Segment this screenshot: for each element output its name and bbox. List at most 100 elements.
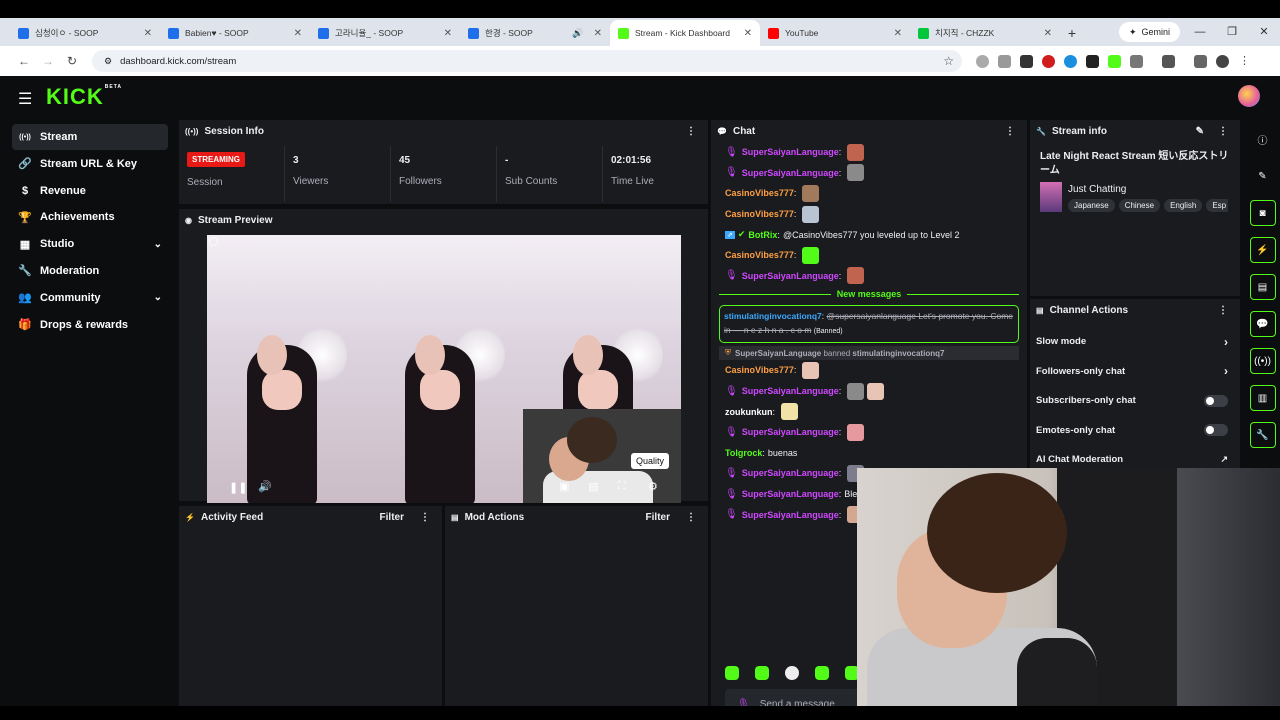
filter-button[interactable]: Filter [380, 512, 404, 523]
gemini-button[interactable]: ✦ Gemini [1118, 22, 1180, 42]
chat-username[interactable]: BotRix [748, 230, 777, 240]
close-window-icon[interactable]: ✕ [1248, 18, 1280, 46]
edit-icon[interactable]: ✎ [1250, 163, 1276, 189]
activity-toggle-icon[interactable]: ⚡ [1249, 237, 1276, 263]
menu-icon[interactable] [1194, 54, 1207, 68]
volume-icon[interactable]: 🔊 [258, 480, 272, 493]
toggle-switch[interactable] [1204, 424, 1228, 437]
theater-mode-icon[interactable]: ▤ [588, 480, 598, 493]
reload-icon[interactable]: ↻ [60, 54, 84, 68]
chat-username[interactable]: SuperSaiyanLanguage [742, 168, 839, 178]
chat-username[interactable]: CasinoVibes777 [725, 209, 794, 219]
sidebar-item-community[interactable]: 👥 Community ⌄ [12, 285, 168, 311]
chat-username[interactable]: SuperSaiyanLanguage [742, 427, 839, 437]
kebab-menu-icon[interactable]: ⋮ [1218, 305, 1228, 316]
back-icon[interactable]: ← [12, 54, 36, 68]
preview-toggle-icon[interactable]: ◙ [1249, 200, 1276, 226]
chat-toggle-icon[interactable]: 💬 [1249, 311, 1276, 337]
browser-tab[interactable]: 심청이ㅇ - SOOP ✕ [10, 20, 160, 46]
browser-tab[interactable]: 고라니율_ - SOOP ✕ [310, 20, 460, 46]
more-menu-icon[interactable]: ⋮ [1238, 55, 1251, 68]
info-icon[interactable]: ⓘ [1250, 126, 1276, 152]
tab-close-icon[interactable]: ✕ [444, 28, 452, 39]
tab-close-icon[interactable]: ✕ [894, 28, 902, 39]
channel-action-subscribers-only-chat[interactable]: Subscribers-only chat [1030, 386, 1240, 416]
kick-logo[interactable]: KICKBETA [46, 84, 122, 110]
sidepanel-icon[interactable] [1162, 54, 1175, 68]
chat-username[interactable]: CasinoVibes777 [725, 188, 794, 198]
chat-username[interactable]: SuperSaiyanLanguage [742, 147, 839, 157]
kebab-menu-icon[interactable]: ⋮ [686, 126, 696, 137]
sidebar-item-drops-rewards[interactable]: 🎁 Drops & rewards [12, 312, 168, 338]
kebab-menu-icon[interactable]: ⋮ [686, 512, 696, 523]
emote-button[interactable] [755, 666, 769, 680]
chevron-right-icon[interactable]: › [1224, 364, 1228, 378]
minimize-icon[interactable]: — [1184, 18, 1216, 46]
mod-target[interactable]: stimulatinginvocationq7 [852, 349, 944, 358]
extension-icon[interactable] [1064, 54, 1077, 68]
sidebar-item-stream[interactable]: ((•)) Stream [12, 124, 168, 150]
filter-button[interactable]: Filter [646, 512, 670, 523]
browser-tab[interactable]: Stream - Kick Dashboard ✕ [610, 20, 760, 46]
forward-icon[interactable]: → [36, 54, 60, 68]
mod-name[interactable]: SuperSaiyanLanguage [735, 349, 821, 358]
extension-icon[interactable] [998, 54, 1011, 68]
chat-username[interactable]: Tolgrock [725, 448, 762, 458]
browser-tab[interactable]: Babien♥ - SOOP ✕ [160, 20, 310, 46]
puzzle-icon[interactable] [1130, 54, 1143, 68]
mod-actions-toggle-icon[interactable]: ▤ [1249, 274, 1276, 300]
emote-button[interactable] [815, 666, 829, 680]
stream-tag[interactable]: English [1164, 199, 1203, 212]
browser-tab[interactable]: 한경 - SOOP 🔊 ✕ [460, 20, 610, 46]
stream-tag[interactable]: Chinese [1118, 199, 1161, 212]
hamburger-menu-icon[interactable]: ☰ [18, 89, 32, 109]
pip-icon[interactable]: ▣ [559, 480, 569, 493]
extension-icon[interactable] [1042, 54, 1055, 68]
user-avatar[interactable] [1238, 85, 1260, 107]
emote-button[interactable] [785, 666, 799, 680]
sidebar-item-achievements[interactable]: 🏆 Achievements [12, 204, 168, 230]
sidebar-item-studio[interactable]: ▦ Studio ⌄ [12, 231, 168, 257]
tab-close-icon[interactable]: ✕ [594, 28, 602, 39]
bookmark-star-icon[interactable]: ☆ [943, 54, 954, 68]
chevron-right-icon[interactable]: › [1224, 335, 1228, 349]
chevron-down-icon[interactable]: ⌄ [154, 239, 162, 250]
sidebar-item-revenue[interactable]: $ Revenue [12, 178, 168, 204]
chat-username[interactable]: CasinoVibes777 [725, 365, 794, 375]
new-tab-icon[interactable]: + [1060, 20, 1084, 46]
sidebar-item-moderation[interactable]: 🔧 Moderation [12, 258, 168, 284]
browser-tab[interactable]: YouTube ✕ [760, 20, 910, 46]
tab-close-icon[interactable]: ✕ [144, 28, 152, 39]
toggle-switch[interactable] [1204, 394, 1228, 407]
tab-close-icon[interactable]: ✕ [744, 28, 752, 39]
extension-icon[interactable] [976, 54, 989, 68]
tab-audio-icon[interactable]: 🔊 [572, 28, 583, 39]
extension-icon[interactable] [1086, 54, 1099, 68]
sidebar-item-stream-url-key[interactable]: 🔗 Stream URL & Key [12, 151, 168, 177]
edit-pencil-icon[interactable]: ✎ [1196, 126, 1204, 137]
browser-tab[interactable]: 치지직 - CHZZK ✕ [910, 20, 1060, 46]
chat-username[interactable]: stimulatinginvocationq7 [724, 311, 822, 321]
chat-username[interactable]: SuperSaiyanLanguage [742, 510, 839, 520]
category-name[interactable]: Just Chatting [1068, 184, 1228, 195]
maximize-icon[interactable]: ❐ [1216, 18, 1248, 46]
stream-tag[interactable]: Esp [1206, 199, 1228, 212]
extension-icon[interactable] [1020, 54, 1033, 68]
chat-username[interactable]: zoukunkun [725, 407, 773, 417]
chat-username[interactable]: CasinoVibes777 [725, 250, 794, 260]
channel-action-followers-only-chat[interactable]: Followers-only chat › [1030, 357, 1240, 387]
tab-close-icon[interactable]: ✕ [1044, 28, 1052, 39]
session-toggle-icon[interactable]: ((•)) [1249, 348, 1276, 374]
channel-action-emotes-only-chat[interactable]: Emotes-only chat [1030, 416, 1240, 446]
profile-avatar[interactable] [1216, 54, 1229, 68]
chat-username[interactable]: SuperSaiyanLanguage [742, 489, 839, 499]
external-link-icon[interactable]: ↗ [1220, 454, 1228, 465]
highlighted-message[interactable]: stimulatinginvocationq7: @supersaiyanlan… [719, 305, 1019, 344]
channel-actions-toggle-icon[interactable]: ▥ [1249, 385, 1276, 411]
tab-close-icon[interactable]: ✕ [294, 28, 302, 39]
stream-info-toggle-icon[interactable]: 🔧 [1249, 422, 1276, 448]
stream-preview-video[interactable]: ❚❚ 🔊 ▣ ▤ ⛶ ⚙ Quality [207, 235, 681, 503]
chat-username[interactable]: SuperSaiyanLanguage [742, 271, 839, 281]
chat-username[interactable]: SuperSaiyanLanguage [742, 386, 839, 396]
kebab-menu-icon[interactable]: ⋮ [1218, 126, 1228, 137]
